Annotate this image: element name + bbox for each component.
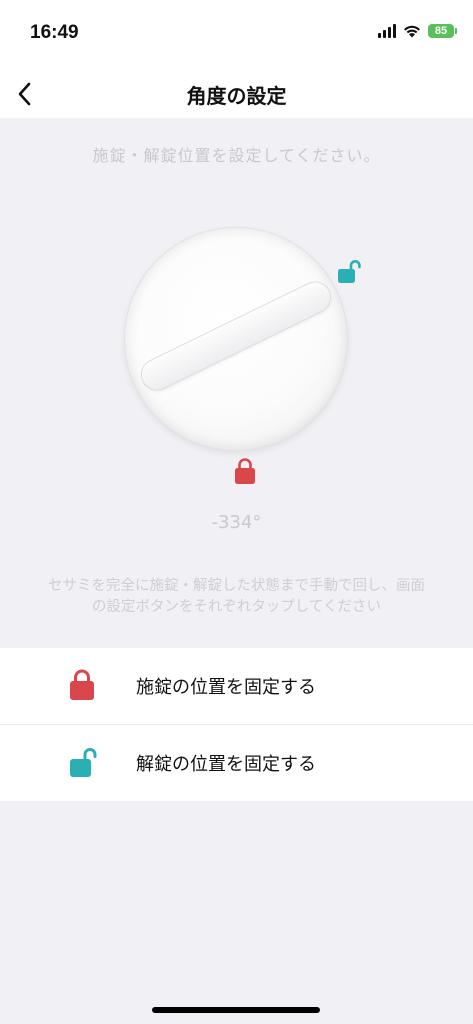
set-lock-position-button[interactable]: 施錠の位置を固定する xyxy=(0,648,473,724)
lock-dial xyxy=(125,228,347,450)
set-unlock-position-label: 解錠の位置を固定する xyxy=(136,754,316,775)
battery-level: 85 xyxy=(428,24,454,38)
angle-value: -334° xyxy=(211,512,262,533)
action-list: 施錠の位置を固定する 解錠の位置を固定する xyxy=(0,648,473,801)
hint-line: セサミを完全に施錠・解錠した状態まで手動で回し、画面 xyxy=(48,578,425,594)
battery-icon: 85 xyxy=(428,24,457,38)
nav-bar: 角度の設定 xyxy=(0,70,473,118)
lock-position-marker xyxy=(233,457,257,489)
unlock-icon xyxy=(338,260,361,283)
dial-face xyxy=(125,228,347,450)
status-bar: 16:49 85 xyxy=(0,0,473,70)
wifi-icon xyxy=(404,25,420,38)
unlock-position-marker xyxy=(336,258,366,290)
hint-line: の設定ボタンをそれぞれタップしてください xyxy=(91,599,382,615)
page-title: 角度の設定 xyxy=(186,84,287,108)
dial-knob xyxy=(136,277,336,395)
set-lock-position-label: 施錠の位置を固定する xyxy=(136,677,316,698)
lock-icon xyxy=(70,669,94,700)
hint-text: セサミを完全に施錠・解錠した状態まで手動で回し、画面 の設定ボタンをそれぞれタッ… xyxy=(0,576,473,618)
status-time: 16:49 xyxy=(30,22,79,43)
cellular-signal-icon xyxy=(378,24,396,38)
home-indicator[interactable] xyxy=(152,1007,320,1013)
lock-icon xyxy=(235,458,255,484)
unlock-icon xyxy=(70,748,97,777)
instruction-text: 施錠・解錠位置を設定してください。 xyxy=(92,146,381,165)
set-unlock-position-button[interactable]: 解錠の位置を固定する xyxy=(0,724,473,801)
status-icons: 85 xyxy=(378,24,457,38)
